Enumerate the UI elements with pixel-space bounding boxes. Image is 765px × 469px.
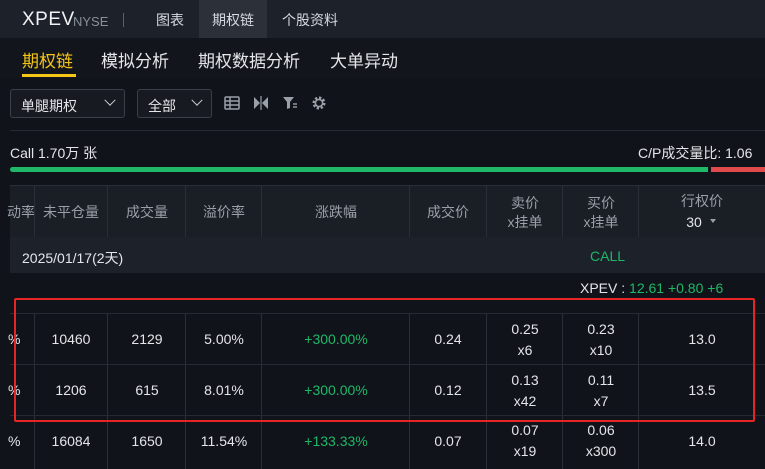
tab-chart[interactable]: 图表	[141, 0, 199, 38]
caret-down-icon[interactable]	[710, 219, 716, 223]
subtab-option-data[interactable]: 期权数据分析	[198, 47, 300, 72]
strike-count[interactable]: 30	[674, 213, 714, 231]
col-separator	[638, 186, 639, 238]
col-separator	[486, 416, 487, 469]
section-divider	[10, 130, 765, 131]
premium-cell: 11.54%	[200, 433, 248, 449]
header-bid-size: x挂单	[583, 214, 619, 230]
list-icon[interactable]	[224, 95, 240, 111]
col-separator	[34, 186, 35, 238]
chevron-down-icon	[104, 94, 116, 106]
ticker-symbol: XPEV	[22, 9, 75, 30]
top-bar: XPEV NYSE 图表 期权链 个股资料	[0, 0, 765, 38]
col-separator	[562, 186, 563, 238]
change-cell: +133.33%	[304, 433, 368, 449]
subtab-large-orders[interactable]: 大单异动	[330, 47, 398, 72]
scope-dropdown[interactable]: 全部	[137, 89, 212, 118]
sub-tabs: 期权链 模拟分析 期权数据分析 大单异动	[0, 38, 765, 78]
exchange-label: NYSE	[73, 14, 109, 29]
bid-size-cell: x300	[585, 443, 617, 459]
open-interest-cell: 16084	[51, 433, 91, 449]
header-premium[interactable]: 溢价率	[186, 203, 262, 221]
table-row[interactable]: % 16084 1650 11.54% +133.33% 0.07 0.07 x…	[0, 416, 765, 469]
filter-icon[interactable]	[282, 95, 298, 111]
header-separator	[123, 13, 124, 27]
highlight-box	[14, 298, 755, 422]
underlying-name: XPEV :	[580, 280, 626, 296]
split-view-icon[interactable]	[253, 95, 269, 111]
col-separator	[185, 416, 186, 469]
col-separator	[107, 416, 108, 469]
header-bid[interactable]: 买价	[564, 194, 638, 212]
header-last-price[interactable]: 成交价	[410, 203, 486, 221]
call-side-label: CALL	[590, 248, 626, 264]
bid-price-cell[interactable]: 0.06	[564, 420, 638, 440]
underlying-quote: XPEV : 12.61 +0.80 +6	[580, 280, 723, 296]
expiry-date: 2025/01/17(2天)	[22, 250, 124, 266]
strategy-dropdown[interactable]: 单腿期权	[10, 89, 125, 118]
header-ask[interactable]: 卖价	[488, 194, 562, 212]
ask-price-cell[interactable]: 0.07	[488, 420, 562, 440]
col-separator	[107, 186, 108, 238]
scope-dropdown-label: 全部	[148, 98, 176, 114]
header-iv[interactable]: 动率	[7, 203, 34, 221]
col-separator	[185, 186, 186, 238]
last-price-cell: 0.07	[434, 433, 462, 449]
header-open-interest[interactable]: 未平仓量	[36, 203, 106, 221]
strike-cell: 14.0	[688, 433, 716, 449]
col-separator	[409, 416, 410, 469]
header-strike[interactable]: 行权价	[638, 192, 765, 210]
settings-gear-icon[interactable]	[311, 95, 327, 111]
cp-volume-ratio: C/P成交量比: 1.06	[638, 145, 753, 161]
col-separator	[486, 186, 487, 238]
call-volume-bar	[10, 167, 708, 172]
strategy-dropdown-label: 单腿期权	[21, 98, 77, 114]
col-separator	[34, 416, 35, 469]
header-change[interactable]: 涨跌幅	[262, 203, 410, 221]
header-ask-size: x挂单	[507, 214, 543, 230]
subtab-option-chain[interactable]: 期权链	[22, 47, 73, 72]
tab-stock-profile[interactable]: 个股资料	[268, 0, 352, 38]
call-volume: Call 1.70万 张	[10, 145, 98, 161]
underlying-change: 12.61 +0.80 +6	[629, 280, 724, 296]
active-tab-underline	[22, 74, 76, 77]
subtab-simulation[interactable]: 模拟分析	[101, 47, 169, 72]
iv-cell: %	[8, 433, 21, 449]
col-separator	[638, 416, 639, 469]
tab-option-chain[interactable]: 期权链	[199, 0, 267, 38]
volume-cell: 1650	[131, 433, 163, 449]
col-separator	[261, 416, 262, 469]
col-separator	[562, 416, 563, 469]
col-separator	[261, 186, 262, 238]
chevron-down-icon	[191, 94, 203, 106]
put-volume-bar	[711, 167, 765, 172]
header-volume[interactable]: 成交量	[108, 203, 186, 221]
table-header: 动率 未平仓量 成交量 溢价率 涨跌幅 成交价 卖价 x挂单 买价 x挂单 行权…	[7, 185, 765, 238]
expiry-group-header[interactable]: 2025/01/17(2天) CALL	[10, 237, 765, 273]
col-separator	[409, 186, 410, 238]
ask-size-cell: x19	[513, 443, 537, 459]
